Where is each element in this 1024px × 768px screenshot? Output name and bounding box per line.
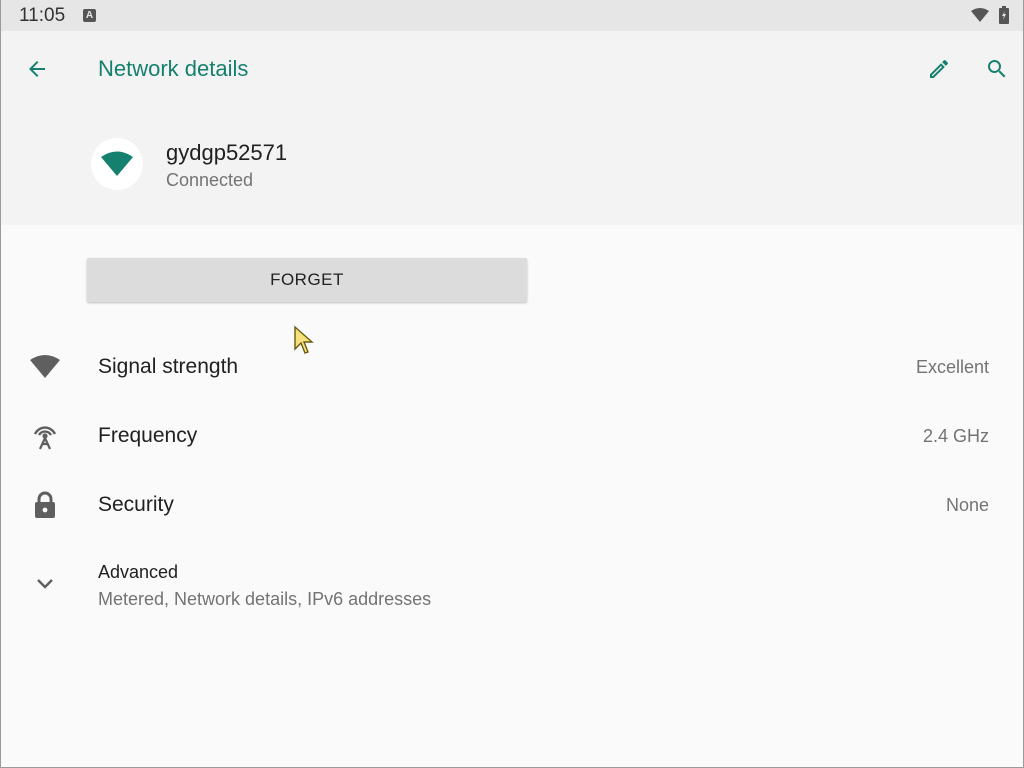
detail-value: Excellent (915, 357, 989, 377)
wifi-signal-icon (29, 351, 61, 383)
pencil-icon (930, 59, 949, 78)
detail-label: Signal strength (98, 355, 239, 378)
detail-row-signal-strength: Signal strength Excellent (1, 334, 1023, 400)
search-button[interactable] (979, 51, 1015, 87)
battery-icon (999, 6, 1009, 29)
detail-value: None (945, 495, 989, 515)
detail-value: 2.4 GHz (922, 426, 989, 446)
arrow-left-icon (29, 61, 45, 77)
detail-row-security: Security None (1, 472, 1023, 538)
mouse-cursor-icon (293, 325, 315, 360)
notification-a-icon: A (83, 9, 96, 22)
search-icon (988, 60, 1006, 78)
wifi-icon (101, 151, 133, 176)
network-name: gydgp52571 (166, 140, 288, 165)
advanced-row[interactable]: Advanced Metered, Network details, IPv6 … (1, 550, 1023, 622)
lock-icon (29, 489, 61, 521)
network-header: Network details gydgp52571 Connected (1, 31, 1023, 225)
network-avatar (91, 138, 143, 190)
network-status: Connected (166, 170, 254, 190)
wifi-signal-icon (971, 8, 989, 27)
detail-label: Security (98, 493, 174, 516)
forget-button[interactable]: FORGET (87, 258, 527, 302)
detail-row-frequency: Frequency 2.4 GHz (1, 403, 1023, 469)
edit-button[interactable] (921, 51, 957, 87)
settings-screen: 11:05 A Network details gydgp52571 Conne… (0, 0, 1024, 768)
frequency-antenna-icon (29, 420, 61, 452)
back-button[interactable] (19, 51, 55, 87)
advanced-summary: Metered, Network details, IPv6 addresses (98, 589, 432, 609)
status-bar: 11:05 A (1, 0, 1023, 31)
detail-label: Frequency (98, 424, 198, 447)
advanced-label: Advanced (98, 562, 179, 582)
status-time: 11:05 (19, 5, 66, 26)
page-title: Network details (98, 56, 249, 81)
chevron-down-icon (29, 568, 61, 600)
